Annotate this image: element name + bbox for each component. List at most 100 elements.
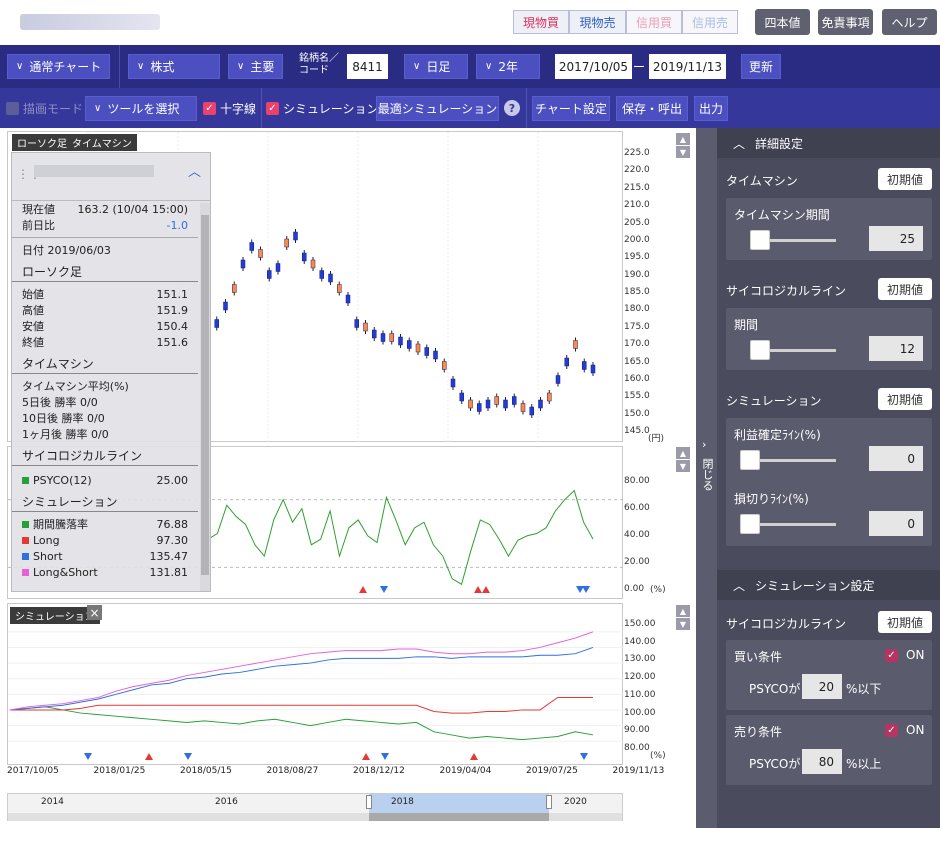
from-date-input[interactable]: 2017/10/05 (555, 54, 632, 79)
psy-value-input[interactable]: 12 (869, 336, 923, 361)
current-price-row: 現在値 163.2 (10/04 15:00) (22, 202, 188, 217)
divider (526, 88, 527, 128)
close-icon[interactable]: × (87, 605, 102, 620)
chart-settings-button[interactable]: チャート設定 (532, 96, 610, 121)
output-button[interactable]: 出力 (694, 96, 728, 121)
collapse-icon[interactable]: ︿ (188, 161, 201, 180)
chart-type-select[interactable]: ∨ 通常チャート (7, 54, 110, 79)
sell-condition-checkbox[interactable]: ✓ (885, 724, 898, 737)
chevron-down-icon: ∨ (16, 61, 24, 72)
simulation-checkbox[interactable]: ✓ (266, 102, 279, 115)
crosshair-checkbox[interactable]: ✓ (203, 102, 216, 115)
panel-down-icon[interactable]: ▼ (676, 618, 690, 630)
popup-scroll-thumb[interactable] (201, 215, 209, 575)
tm-row: 1ヶ月後 勝率 0/0 (22, 428, 109, 441)
buy-value-input[interactable]: 20 (802, 674, 842, 699)
axis-tick-label: 120.00 (624, 672, 656, 683)
candle (389, 333, 394, 342)
candle (293, 231, 298, 241)
panel-up-icon[interactable]: ▲ (676, 605, 690, 617)
candle (214, 319, 219, 328)
popup-header[interactable]: ⋮⋮ ︿ (12, 153, 210, 201)
buy-condition-checkbox[interactable]: ✓ (885, 649, 898, 662)
range-navigator[interactable]: 2014 2016 2018 2020 (7, 793, 623, 821)
sim-unit: (%) (650, 751, 666, 761)
date-tick-label: 2017/10/05 (7, 766, 59, 776)
tp-value-input[interactable]: 0 (869, 446, 923, 471)
candle (345, 294, 351, 304)
help-button[interactable]: ヘルプ (882, 9, 937, 35)
panel-down-icon[interactable]: ▼ (676, 146, 690, 158)
axis-tick-label: 60.00 (624, 503, 650, 513)
tool-select[interactable]: ∨ ツールを選択 (85, 96, 197, 121)
close-sidebar-label[interactable]: 閉じる (700, 458, 714, 491)
update-button[interactable]: 更新 (741, 54, 781, 79)
sell-signal-marker (582, 586, 590, 593)
code-input[interactable]: 8411 (347, 54, 388, 79)
sim-settings-header[interactable]: ︿ シミュレーション設定 (717, 570, 940, 600)
chevron-right-icon[interactable]: › (702, 438, 706, 451)
detail-settings-header[interactable]: ︿ 詳細設定 (717, 128, 940, 158)
buy-on-label: ON (906, 648, 925, 662)
tm-value-input[interactable]: 25 (869, 226, 923, 251)
spot-buy-button[interactable]: 現物買 (513, 10, 569, 34)
spot-sell-button[interactable]: 現物売 (569, 10, 626, 34)
date-tick-label: 2018/12/12 (353, 766, 405, 776)
candle (354, 319, 359, 328)
axis-tick-label: 170.0 (624, 339, 650, 350)
sell-signal-marker (184, 753, 192, 760)
exchange-select[interactable]: ∨ 主要 (228, 54, 283, 79)
candle (310, 259, 316, 269)
tm-title: タイムマシン (726, 174, 798, 188)
navigator-left-handle[interactable] (366, 795, 372, 809)
range-select[interactable]: ∨ 2年 (476, 54, 540, 79)
tm-slider-knob[interactable] (750, 230, 770, 250)
candle (450, 378, 456, 388)
psy-reset-button[interactable]: 初期値 (878, 278, 932, 300)
navigator-right-handle[interactable] (546, 795, 552, 809)
price-axis: 225.0 220.0 215.0 210.0 205.0 200.0 195.0 190.0… (624, 148, 668, 438)
panel-down-icon[interactable]: ▼ (676, 460, 690, 472)
tm-reset-button[interactable]: 初期値 (878, 168, 932, 190)
top-bar: 現物買 現物売 信用買 信用売 四本値 免責事項 ヘルプ (0, 0, 940, 44)
buy-signal-marker (474, 586, 482, 593)
period-select[interactable]: ∨ 日足 (404, 54, 468, 79)
candle (372, 329, 377, 339)
help-icon[interactable]: ? (504, 100, 520, 116)
optimal-simulation-button[interactable]: 最適シミュレーション (376, 96, 499, 121)
candle (319, 270, 324, 279)
tp-slider-knob[interactable] (740, 450, 760, 470)
sl-slider-knob[interactable] (740, 514, 760, 534)
panel-up-icon[interactable]: ▲ (676, 133, 690, 145)
navigator-scroll-thumb[interactable] (369, 813, 549, 821)
sim-chart-panel[interactable] (7, 603, 624, 766)
sim-reset-button[interactable]: 初期値 (878, 388, 932, 410)
axis-tick-label: 80.00 (624, 743, 650, 753)
axis-tick-label: 155.0 (624, 391, 650, 402)
save-load-button[interactable]: 保存・呼出 (616, 96, 688, 121)
psy2-reset-button[interactable]: 初期値 (878, 611, 932, 633)
market-select[interactable]: ∨ 株式 (128, 54, 220, 79)
popup-scrollbar[interactable] (200, 203, 210, 591)
timemachine-tag[interactable]: タイムマシン (67, 134, 137, 151)
psy-slider-knob[interactable] (750, 340, 770, 360)
sim-chart[interactable] (8, 604, 624, 766)
panel-up-icon[interactable]: ▲ (676, 447, 690, 459)
disclaimer-button[interactable]: 免責事項 (818, 9, 873, 35)
axis-tick-label: 150.0 (624, 408, 650, 419)
axis-tick-label: 185.0 (624, 287, 650, 297)
sidebar-toggle[interactable]: › 閉じる (696, 128, 717, 828)
to-date-input[interactable]: 2019/11/13 (649, 54, 726, 79)
site-logo (20, 14, 160, 30)
sell-value-input[interactable]: 80 (802, 749, 842, 774)
margin-sell-button[interactable]: 信用売 (682, 10, 738, 34)
date-tick-label: 2018/08/27 (266, 766, 319, 776)
date-tick-label: 2018/01/25 (93, 766, 146, 776)
tm-row: 5日後 勝率 0/0 (22, 396, 98, 409)
candle-tag[interactable]: ローソク足 (12, 134, 72, 151)
candle (547, 392, 552, 402)
margin-buy-button[interactable]: 信用買 (626, 10, 682, 34)
ohlc-button[interactable]: 四本値 (755, 9, 810, 35)
draw-mode-checkbox[interactable] (6, 102, 19, 115)
sl-value-input[interactable]: 0 (869, 511, 923, 536)
